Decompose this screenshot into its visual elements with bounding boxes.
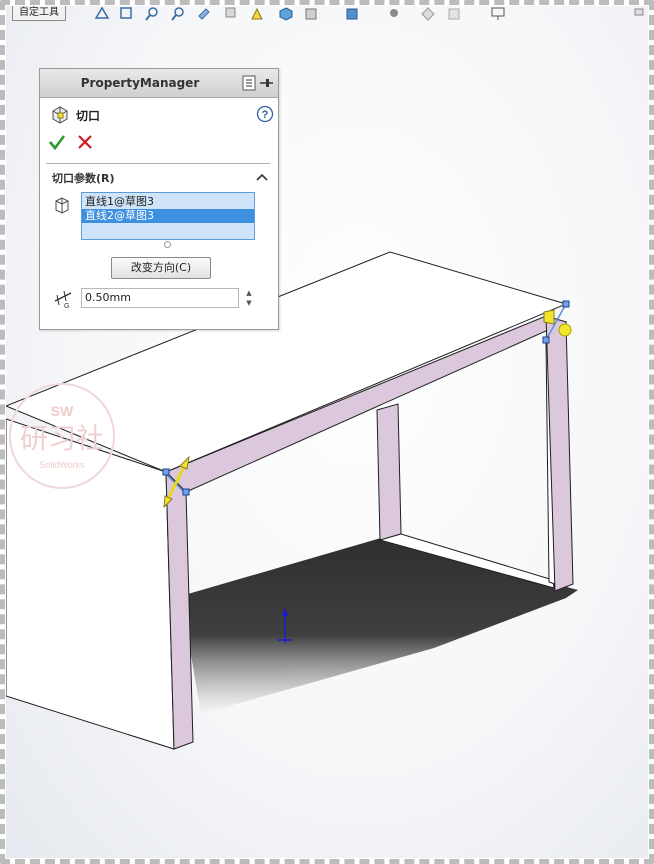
check-icon[interactable] [48,133,66,151]
gap-distance-input[interactable]: 0.50mm [81,288,239,308]
graphics-area[interactable]: 自定工具 SW 研习社 SolidWorks PropertyManager 切… [6,6,648,858]
gap-spinner[interactable]: ▲ ▼ [242,288,256,308]
edge-select-icon [55,197,69,214]
pm-divider [46,163,270,164]
svg-text:SolidWorks: SolidWorks [39,460,85,470]
spin-down-icon[interactable]: ▼ [242,298,256,308]
spin-up-icon[interactable]: ▲ [242,288,256,298]
back-leg-face[interactable] [376,403,402,541]
help-icon[interactable]: ? [256,105,274,123]
list-resize-handle[interactable] [164,241,171,248]
property-manager: PropertyManager 切口 ? 切口参数(R) 直线1@草图3 直线2… [39,68,279,330]
reverse-direction-button[interactable]: 改变方向(C) [111,257,211,279]
pm-header-icons [242,75,274,95]
rip-endpoint-right-bottom[interactable] [542,336,550,344]
selection-item-1[interactable]: 直线1@草图3 [82,195,254,209]
selection-item-2[interactable]: 直线2@草图3 [82,209,254,223]
edges-selection-list[interactable]: 直线1@草图3 直线2@草图3 [81,192,255,240]
pm-feature-row: 切口 ? [50,105,274,125]
watermark-logo: SW 研习社 SolidWorks [9,383,115,489]
gap-distance-icon: G [54,290,72,309]
svg-text:G: G [64,303,69,309]
floor-shadow [181,538,578,714]
svg-text:?: ? [262,109,269,121]
rip-feature-icon [52,106,68,124]
rip-endpoint-right-top[interactable] [562,300,570,308]
pm-header: PropertyManager [40,69,278,98]
direction-toggle-right[interactable] [543,309,555,325]
chevron-up-icon[interactable] [256,172,268,182]
drag-handle[interactable] [558,323,572,337]
rip-parameters-group-title[interactable]: 切口参数(R) [52,170,115,186]
rip-endpoint-left-bottom[interactable] [182,488,190,496]
close-icon[interactable] [76,133,94,151]
svg-text:研习社: 研习社 [20,422,104,455]
feature-name: 切口 [76,109,101,123]
pin-icon[interactable] [260,79,273,87]
pm-title: PropertyManager [80,76,200,90]
rip-endpoint-left-top[interactable] [162,468,170,476]
details-icon[interactable] [242,75,256,91]
svg-text:SW: SW [51,403,74,419]
